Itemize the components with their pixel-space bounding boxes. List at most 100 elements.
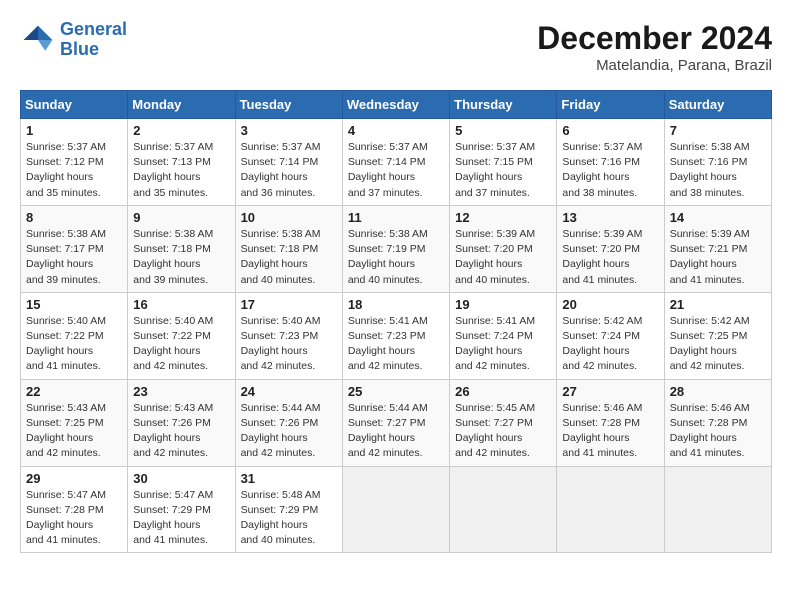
- logo-icon: [20, 22, 56, 58]
- day-number: 28: [670, 384, 766, 399]
- day-info: Sunrise: 5:39 AM Sunset: 7:20 PM Dayligh…: [455, 227, 551, 288]
- day-number: 13: [562, 210, 658, 225]
- calendar-cell: 25 Sunrise: 5:44 AM Sunset: 7:27 PM Dayl…: [342, 379, 449, 466]
- calendar-cell: 13 Sunrise: 5:39 AM Sunset: 7:20 PM Dayl…: [557, 205, 664, 292]
- day-info: Sunrise: 5:45 AM Sunset: 7:27 PM Dayligh…: [455, 401, 551, 462]
- calendar-cell: 31 Sunrise: 5:48 AM Sunset: 7:29 PM Dayl…: [235, 466, 342, 553]
- day-number: 22: [26, 384, 122, 399]
- calendar-cell: [557, 466, 664, 553]
- day-info: Sunrise: 5:42 AM Sunset: 7:24 PM Dayligh…: [562, 314, 658, 375]
- header-thursday: Thursday: [450, 91, 557, 119]
- day-number: 2: [133, 123, 229, 138]
- day-info: Sunrise: 5:37 AM Sunset: 7:14 PM Dayligh…: [241, 140, 337, 201]
- day-number: 5: [455, 123, 551, 138]
- day-info: Sunrise: 5:39 AM Sunset: 7:20 PM Dayligh…: [562, 227, 658, 288]
- day-number: 9: [133, 210, 229, 225]
- calendar-cell: 5 Sunrise: 5:37 AM Sunset: 7:15 PM Dayli…: [450, 119, 557, 206]
- day-number: 26: [455, 384, 551, 399]
- calendar-body: 1 Sunrise: 5:37 AM Sunset: 7:12 PM Dayli…: [21, 119, 772, 553]
- calendar-cell: 15 Sunrise: 5:40 AM Sunset: 7:22 PM Dayl…: [21, 292, 128, 379]
- day-info: Sunrise: 5:39 AM Sunset: 7:21 PM Dayligh…: [670, 227, 766, 288]
- day-info: Sunrise: 5:37 AM Sunset: 7:14 PM Dayligh…: [348, 140, 444, 201]
- calendar-cell: [664, 466, 771, 553]
- day-number: 8: [26, 210, 122, 225]
- calendar-cell: 28 Sunrise: 5:46 AM Sunset: 7:28 PM Dayl…: [664, 379, 771, 466]
- month-title: December 2024: [537, 20, 772, 57]
- day-info: Sunrise: 5:38 AM Sunset: 7:18 PM Dayligh…: [241, 227, 337, 288]
- day-info: Sunrise: 5:40 AM Sunset: 7:23 PM Dayligh…: [241, 314, 337, 375]
- day-number: 29: [26, 471, 122, 486]
- calendar-cell: 26 Sunrise: 5:45 AM Sunset: 7:27 PM Dayl…: [450, 379, 557, 466]
- day-number: 31: [241, 471, 337, 486]
- calendar-week-row: 22 Sunrise: 5:43 AM Sunset: 7:25 PM Dayl…: [21, 379, 772, 466]
- day-number: 1: [26, 123, 122, 138]
- calendar-week-row: 8 Sunrise: 5:38 AM Sunset: 7:17 PM Dayli…: [21, 205, 772, 292]
- calendar-header: Sunday Monday Tuesday Wednesday Thursday…: [21, 91, 772, 119]
- day-info: Sunrise: 5:40 AM Sunset: 7:22 PM Dayligh…: [26, 314, 122, 375]
- weekday-header-row: Sunday Monday Tuesday Wednesday Thursday…: [21, 91, 772, 119]
- day-number: 11: [348, 210, 444, 225]
- title-block: December 2024 Matelandia, Parana, Brazil: [537, 20, 772, 74]
- day-info: Sunrise: 5:37 AM Sunset: 7:13 PM Dayligh…: [133, 140, 229, 201]
- calendar-cell: 21 Sunrise: 5:42 AM Sunset: 7:25 PM Dayl…: [664, 292, 771, 379]
- day-info: Sunrise: 5:38 AM Sunset: 7:18 PM Dayligh…: [133, 227, 229, 288]
- header-saturday: Saturday: [664, 91, 771, 119]
- header-monday: Monday: [128, 91, 235, 119]
- calendar-cell: 19 Sunrise: 5:41 AM Sunset: 7:24 PM Dayl…: [450, 292, 557, 379]
- day-info: Sunrise: 5:43 AM Sunset: 7:26 PM Dayligh…: [133, 401, 229, 462]
- calendar-cell: 7 Sunrise: 5:38 AM Sunset: 7:16 PM Dayli…: [664, 119, 771, 206]
- calendar-cell: 30 Sunrise: 5:47 AM Sunset: 7:29 PM Dayl…: [128, 466, 235, 553]
- header-wednesday: Wednesday: [342, 91, 449, 119]
- calendar-week-row: 15 Sunrise: 5:40 AM Sunset: 7:22 PM Dayl…: [21, 292, 772, 379]
- day-number: 12: [455, 210, 551, 225]
- calendar-cell: 20 Sunrise: 5:42 AM Sunset: 7:24 PM Dayl…: [557, 292, 664, 379]
- day-info: Sunrise: 5:46 AM Sunset: 7:28 PM Dayligh…: [670, 401, 766, 462]
- day-info: Sunrise: 5:48 AM Sunset: 7:29 PM Dayligh…: [241, 488, 337, 549]
- calendar-cell: 2 Sunrise: 5:37 AM Sunset: 7:13 PM Dayli…: [128, 119, 235, 206]
- day-info: Sunrise: 5:44 AM Sunset: 7:26 PM Dayligh…: [241, 401, 337, 462]
- logo-text: General Blue: [60, 20, 127, 60]
- calendar-cell: 6 Sunrise: 5:37 AM Sunset: 7:16 PM Dayli…: [557, 119, 664, 206]
- calendar-week-row: 1 Sunrise: 5:37 AM Sunset: 7:12 PM Dayli…: [21, 119, 772, 206]
- calendar-cell: 10 Sunrise: 5:38 AM Sunset: 7:18 PM Dayl…: [235, 205, 342, 292]
- day-number: 27: [562, 384, 658, 399]
- logo: General Blue: [20, 20, 127, 60]
- calendar-cell: [450, 466, 557, 553]
- logo-line2: Blue: [60, 39, 99, 59]
- day-number: 3: [241, 123, 337, 138]
- day-number: 25: [348, 384, 444, 399]
- day-info: Sunrise: 5:41 AM Sunset: 7:24 PM Dayligh…: [455, 314, 551, 375]
- calendar-cell: 9 Sunrise: 5:38 AM Sunset: 7:18 PM Dayli…: [128, 205, 235, 292]
- calendar-cell: 17 Sunrise: 5:40 AM Sunset: 7:23 PM Dayl…: [235, 292, 342, 379]
- calendar-cell: 23 Sunrise: 5:43 AM Sunset: 7:26 PM Dayl…: [128, 379, 235, 466]
- calendar-cell: 8 Sunrise: 5:38 AM Sunset: 7:17 PM Dayli…: [21, 205, 128, 292]
- header-friday: Friday: [557, 91, 664, 119]
- day-info: Sunrise: 5:46 AM Sunset: 7:28 PM Dayligh…: [562, 401, 658, 462]
- calendar-cell: 16 Sunrise: 5:40 AM Sunset: 7:22 PM Dayl…: [128, 292, 235, 379]
- day-number: 19: [455, 297, 551, 312]
- calendar-week-row: 29 Sunrise: 5:47 AM Sunset: 7:28 PM Dayl…: [21, 466, 772, 553]
- day-info: Sunrise: 5:38 AM Sunset: 7:17 PM Dayligh…: [26, 227, 122, 288]
- day-info: Sunrise: 5:44 AM Sunset: 7:27 PM Dayligh…: [348, 401, 444, 462]
- calendar-cell: 22 Sunrise: 5:43 AM Sunset: 7:25 PM Dayl…: [21, 379, 128, 466]
- calendar-cell: 4 Sunrise: 5:37 AM Sunset: 7:14 PM Dayli…: [342, 119, 449, 206]
- calendar-cell: [342, 466, 449, 553]
- day-info: Sunrise: 5:37 AM Sunset: 7:16 PM Dayligh…: [562, 140, 658, 201]
- calendar-cell: 29 Sunrise: 5:47 AM Sunset: 7:28 PM Dayl…: [21, 466, 128, 553]
- day-number: 14: [670, 210, 766, 225]
- day-number: 21: [670, 297, 766, 312]
- day-number: 20: [562, 297, 658, 312]
- day-info: Sunrise: 5:38 AM Sunset: 7:16 PM Dayligh…: [670, 140, 766, 201]
- day-info: Sunrise: 5:47 AM Sunset: 7:28 PM Dayligh…: [26, 488, 122, 549]
- day-info: Sunrise: 5:38 AM Sunset: 7:19 PM Dayligh…: [348, 227, 444, 288]
- day-number: 18: [348, 297, 444, 312]
- day-number: 4: [348, 123, 444, 138]
- day-number: 6: [562, 123, 658, 138]
- day-info: Sunrise: 5:37 AM Sunset: 7:15 PM Dayligh…: [455, 140, 551, 201]
- day-number: 17: [241, 297, 337, 312]
- day-number: 30: [133, 471, 229, 486]
- page-header: General Blue December 2024 Matelandia, P…: [20, 20, 772, 74]
- day-info: Sunrise: 5:43 AM Sunset: 7:25 PM Dayligh…: [26, 401, 122, 462]
- header-sunday: Sunday: [21, 91, 128, 119]
- calendar-cell: 1 Sunrise: 5:37 AM Sunset: 7:12 PM Dayli…: [21, 119, 128, 206]
